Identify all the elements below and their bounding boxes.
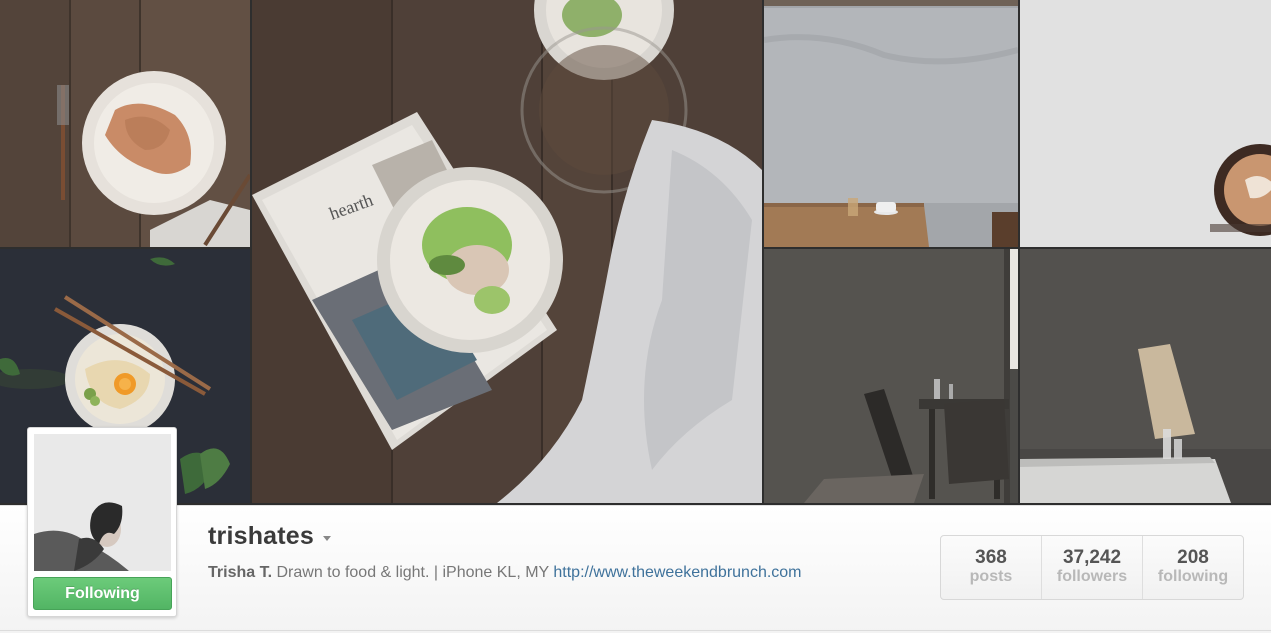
username-row: trishates bbox=[208, 522, 332, 551]
profile-website-link[interactable]: http://www.theweekendbrunch.com bbox=[553, 564, 801, 581]
stat-following-count: 208 bbox=[1177, 547, 1209, 568]
photo-tile-salmon[interactable] bbox=[0, 0, 250, 247]
following-button[interactable]: Following bbox=[33, 577, 172, 610]
photo-tile-cafe-interior[interactable] bbox=[764, 249, 1018, 503]
photo-tile-cafe-wall[interactable] bbox=[764, 0, 1018, 247]
stat-followers-count: 37,242 bbox=[1062, 547, 1122, 568]
photo-grid: hearth bbox=[0, 0, 1271, 505]
profile-bio: Trisha T. Drawn to food & light. | iPhon… bbox=[208, 564, 802, 582]
profile-username: trishates bbox=[208, 522, 315, 550]
profile-avatar-card: Following bbox=[27, 427, 177, 617]
photo-tile-sunlit-table[interactable] bbox=[1020, 249, 1271, 503]
stat-followers[interactable]: 37,242 followers bbox=[1041, 536, 1142, 599]
profile-full-name: Trisha T. bbox=[208, 564, 273, 581]
stat-posts[interactable]: 368 posts bbox=[941, 536, 1041, 599]
stat-following-label: following bbox=[1157, 568, 1229, 585]
photo-tile-latte[interactable] bbox=[1020, 0, 1271, 247]
stat-following[interactable]: 208 following bbox=[1142, 536, 1243, 599]
stat-posts-count: 368 bbox=[975, 547, 1007, 568]
profile-bio-text: Drawn to food & light. | iPhone KL, MY bbox=[272, 564, 554, 581]
avatar[interactable] bbox=[34, 434, 171, 571]
stat-followers-label: followers bbox=[1056, 568, 1128, 585]
photo-tile-salad-magazine[interactable]: hearth bbox=[252, 0, 762, 503]
stat-posts-label: posts bbox=[969, 568, 1013, 585]
caret-down-icon[interactable] bbox=[323, 536, 332, 541]
profile-stats: 368 posts 37,242 followers 208 following bbox=[940, 535, 1244, 600]
